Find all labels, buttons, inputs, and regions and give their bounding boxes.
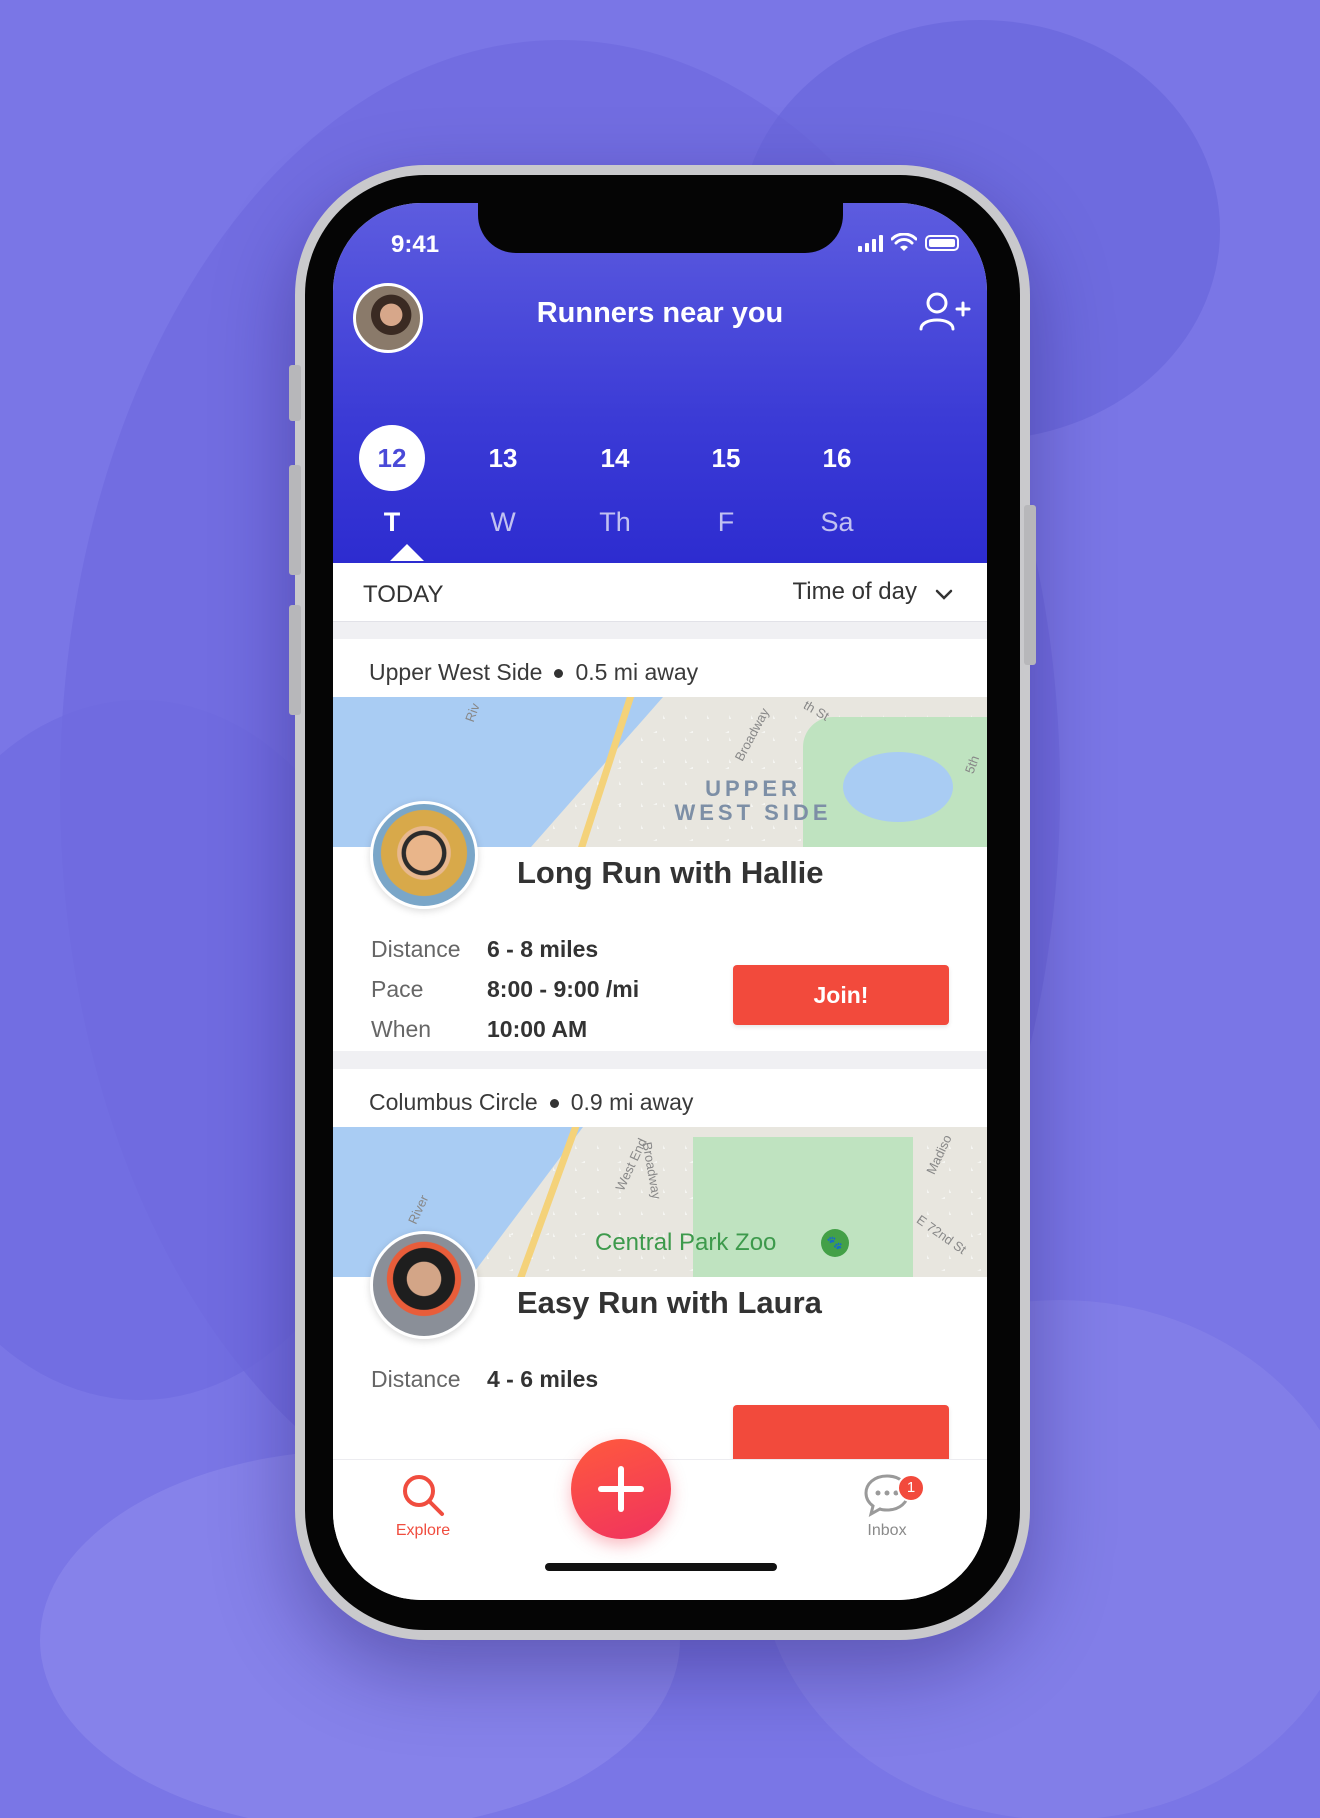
run-location: Columbus Circle 0.9 mi away xyxy=(369,1089,694,1115)
selected-day-caret xyxy=(390,544,424,561)
status-icons xyxy=(858,233,959,253)
run-details: Distance 6 - 8 miles Pace 8:00 - 9:00 /mi … xyxy=(371,935,640,1042)
tab-inbox[interactable]: Inbox 1 xyxy=(827,1472,947,1540)
inbox-badge: 1 xyxy=(897,1474,925,1502)
runner-avatar[interactable] xyxy=(370,1231,478,1339)
page-title: Runners near you xyxy=(536,297,784,329)
run-title: Long Run with Hallie xyxy=(517,855,824,890)
add-friend-icon[interactable] xyxy=(917,291,971,331)
battery-icon xyxy=(925,235,959,251)
sort-dropdown[interactable]: Time of day xyxy=(793,578,918,606)
create-run-button[interactable] xyxy=(571,1439,671,1539)
app-screen: 9:41 Runners near you 12 T 13 W 14 Th 15… xyxy=(333,203,987,1600)
today-label: TODAY xyxy=(363,581,444,608)
day-15[interactable]: 15 F xyxy=(686,425,766,538)
chevron-down-icon[interactable] xyxy=(933,583,955,605)
join-button[interactable]: Join! xyxy=(733,965,949,1025)
runner-avatar[interactable] xyxy=(370,801,478,909)
separator-dot xyxy=(549,1099,559,1109)
run-location: Upper West Side 0.5 mi away xyxy=(369,659,699,685)
wifi-icon xyxy=(891,233,917,251)
day-14[interactable]: 14 Th xyxy=(575,425,655,538)
join-button[interactable] xyxy=(733,1405,949,1465)
day-13[interactable]: 13 W xyxy=(463,425,543,538)
notch xyxy=(478,203,843,253)
run-title: Easy Run with Laura xyxy=(517,1285,822,1320)
tab-explore[interactable]: Explore xyxy=(363,1472,483,1540)
home-indicator[interactable] xyxy=(545,1563,777,1571)
paw-pin-icon: 🐾 xyxy=(821,1229,849,1257)
run-card[interactable]: Columbus Circle 0.9 mi away West End Broa… xyxy=(333,1069,987,1469)
search-icon xyxy=(403,1475,444,1516)
run-details: Distance 4 - 6 miles xyxy=(371,1365,599,1392)
run-card[interactable]: Upper West Side 0.5 mi away UPPER WEST SID… xyxy=(333,639,987,1051)
day-12[interactable]: 12 T xyxy=(352,425,432,538)
date-selector: 12 T 13 W 14 Th 15 F 16 Sa xyxy=(333,425,987,565)
map-poi: Central Park Zoo xyxy=(595,1229,777,1256)
separator-dot xyxy=(554,669,564,679)
cellular-signal-icon xyxy=(858,234,883,252)
status-time: 9:41 xyxy=(391,231,440,258)
day-16[interactable]: 16 Sa xyxy=(797,425,877,538)
app-header: 9:41 Runners near you 12 T 13 W 14 Th 15… xyxy=(333,203,987,563)
filter-bar: TODAY Time of day xyxy=(333,563,987,622)
